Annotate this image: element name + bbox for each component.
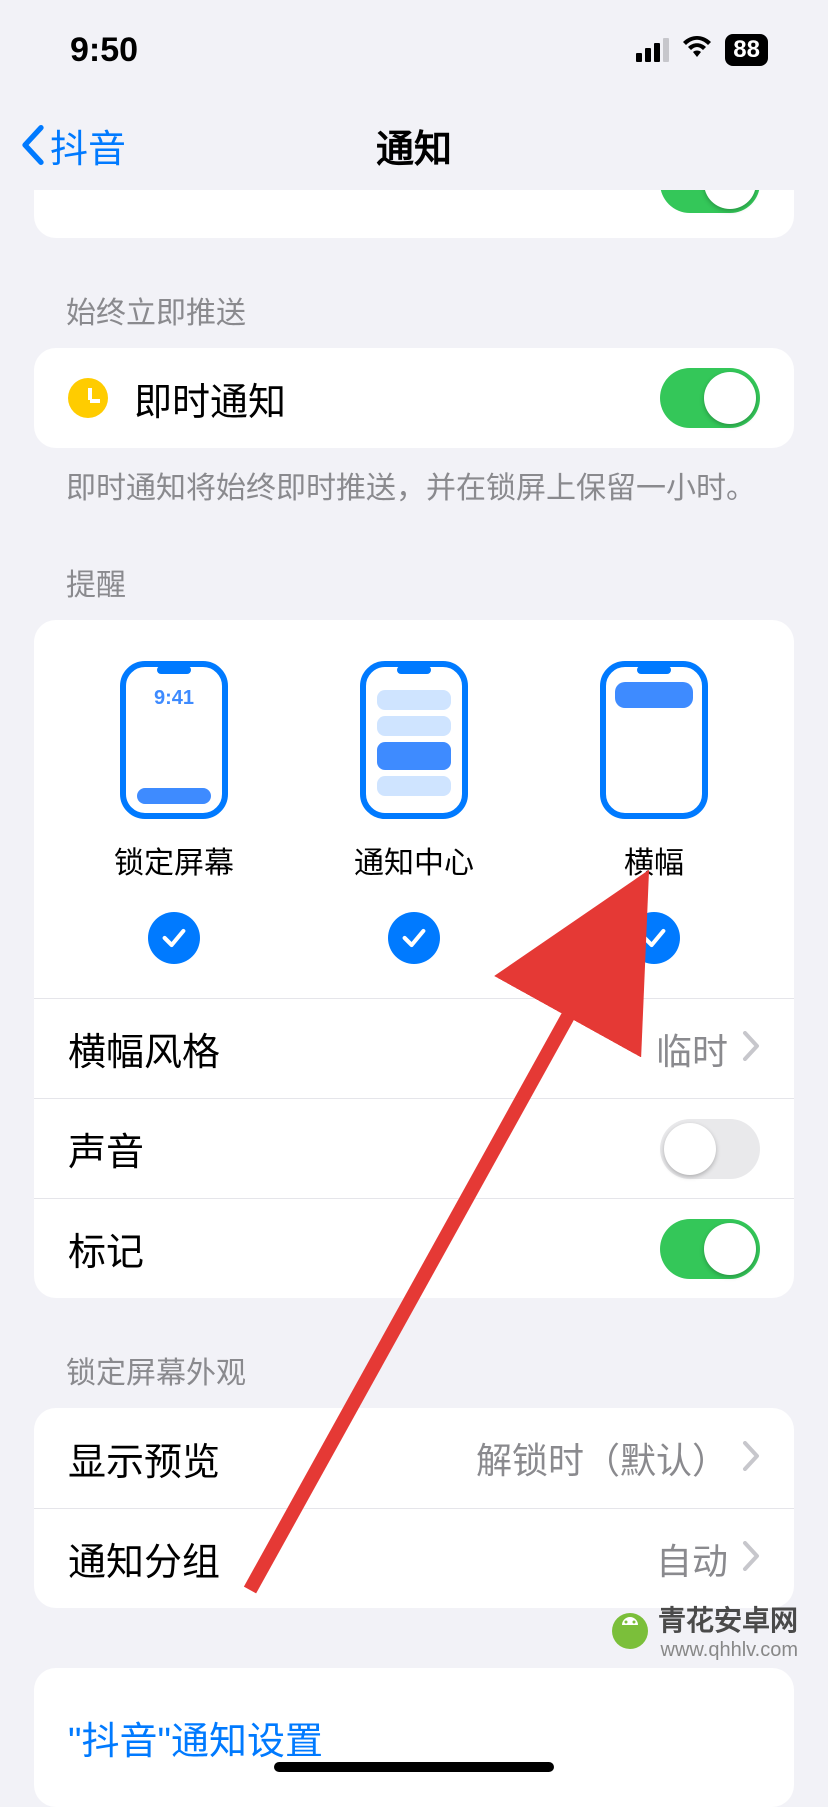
battery-icon: 88 — [725, 34, 768, 66]
show-preview-row[interactable]: 显示预览 解锁时（默认） — [34, 1408, 794, 1508]
immediate-group: 即时通知 — [34, 348, 794, 448]
sound-row: 声音 — [34, 1098, 794, 1198]
section-header-alerts: 提醒 — [0, 510, 828, 620]
app-notification-settings-link[interactable]: "抖音"通知设置 — [34, 1668, 794, 1807]
appearance-group: 显示预览 解锁时（默认） 通知分组 自动 — [34, 1408, 794, 1608]
badge-row: 标记 — [34, 1198, 794, 1298]
alert-option-banner[interactable]: 横幅 — [535, 660, 773, 882]
section-header-immediate: 始终立即推送 — [0, 238, 828, 348]
status-time: 9:50 — [70, 31, 138, 70]
cellular-signal-icon — [636, 38, 669, 62]
alerts-group: 9:41 锁定屏幕 通知中心 — [34, 620, 794, 1298]
sound-toggle[interactable] — [660, 1119, 760, 1179]
alert-notification-center-label: 通知中心 — [354, 838, 474, 882]
alert-lockscreen-label: 锁定屏幕 — [114, 838, 234, 882]
banner-style-value: 临时 — [656, 1023, 728, 1075]
alert-option-notification-center[interactable]: 通知中心 — [295, 660, 533, 882]
back-button[interactable]: 抖音 — [20, 118, 126, 173]
instant-notification-row: 即时通知 — [34, 348, 794, 448]
clock-icon — [68, 378, 108, 418]
alert-style-row: 9:41 锁定屏幕 通知中心 — [54, 660, 774, 882]
svg-text:9:41: 9:41 — [154, 687, 194, 709]
alert-lockscreen-check[interactable] — [148, 912, 200, 964]
status-right: 88 — [636, 33, 768, 67]
sound-label: 声音 — [68, 1121, 144, 1176]
notification-center-icon — [359, 660, 469, 820]
lockscreen-icon: 9:41 — [119, 660, 229, 820]
notification-grouping-row[interactable]: 通知分组 自动 — [34, 1508, 794, 1608]
allow-notifications-toggle[interactable] — [660, 190, 760, 213]
alert-banner-check[interactable] — [628, 912, 680, 964]
section-header-appearance: 锁定屏幕外观 — [0, 1298, 828, 1408]
banner-icon — [599, 660, 709, 820]
watermark-name: 青花安卓网 — [658, 1605, 798, 1636]
badge-toggle[interactable] — [660, 1219, 760, 1279]
notification-grouping-value: 自动 — [656, 1533, 728, 1585]
alert-option-lockscreen[interactable]: 9:41 锁定屏幕 — [55, 660, 293, 882]
show-preview-label: 显示预览 — [68, 1431, 220, 1486]
chevron-left-icon — [20, 125, 46, 165]
nav-bar: 抖音 通知 — [0, 100, 828, 190]
show-preview-value: 解锁时（默认） — [476, 1432, 728, 1484]
notification-grouping-label: 通知分组 — [68, 1531, 220, 1586]
chevron-right-icon — [742, 1441, 760, 1476]
chevron-right-icon — [742, 1031, 760, 1066]
status-bar: 9:50 88 — [0, 0, 828, 100]
banner-style-row[interactable]: 横幅风格 临时 — [34, 998, 794, 1098]
instant-notification-label: 即时通知 — [134, 371, 286, 426]
instant-notification-toggle[interactable] — [660, 368, 760, 428]
section-footer-immediate: 即时通知将始终即时推送，并在锁屏上保留一小时。 — [0, 448, 828, 510]
alert-banner-label: 横幅 — [624, 838, 684, 882]
chevron-right-icon — [742, 1541, 760, 1576]
app-settings-group: "抖音"通知设置 — [34, 1668, 794, 1807]
watermark: 青花安卓网 www.qhhlv.com — [610, 1599, 798, 1662]
alert-notification-center-check[interactable] — [388, 912, 440, 964]
wifi-icon — [681, 33, 713, 67]
watermark-logo-icon — [610, 1611, 650, 1651]
watermark-url: www.qhhlv.com — [658, 1639, 798, 1662]
home-indicator[interactable] — [274, 1762, 554, 1772]
back-label: 抖音 — [50, 118, 126, 173]
allow-notifications-group-partial: 允许通知 — [34, 190, 794, 238]
banner-style-label: 横幅风格 — [68, 1021, 220, 1076]
badge-label: 标记 — [68, 1221, 144, 1276]
